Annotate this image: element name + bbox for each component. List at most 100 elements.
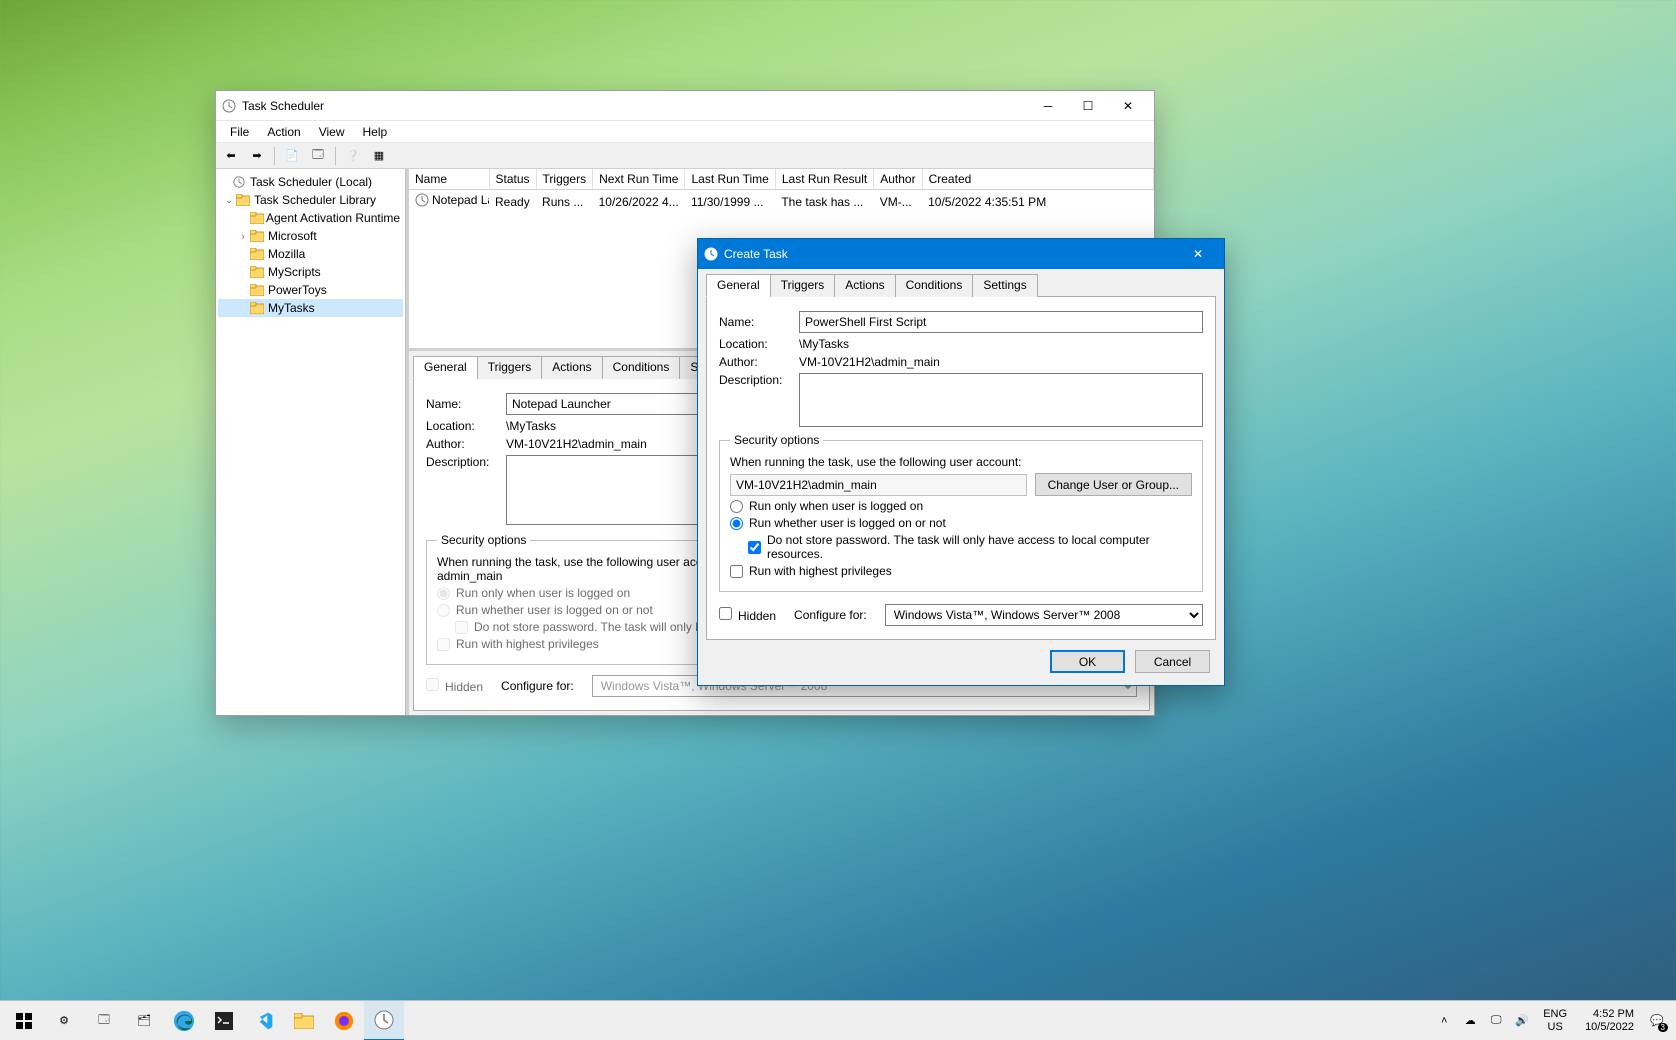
- firefox-icon[interactable]: [324, 1001, 364, 1040]
- folder-icon: [250, 229, 266, 243]
- terminal-icon[interactable]: [204, 1001, 244, 1040]
- description-label: Description:: [719, 373, 799, 387]
- col-name[interactable]: Name: [409, 169, 489, 190]
- settings-icon[interactable]: ⚙: [44, 1001, 84, 1040]
- system-tray: ˄ ☁ 🖵 🔊 ENG US 4:52 PM 10/5/2022 💬3: [1429, 1001, 1672, 1040]
- toolbar-refresh[interactable]: 📄: [281, 145, 303, 167]
- volume-icon[interactable]: 🔊: [1513, 1012, 1531, 1030]
- close-button[interactable]: ✕: [1108, 92, 1148, 120]
- location-label: Location:: [426, 419, 506, 433]
- tab-settings[interactable]: Settings: [972, 274, 1037, 297]
- cell-status: Ready: [489, 190, 536, 214]
- tab-conditions[interactable]: Conditions: [895, 274, 974, 297]
- folder-icon: [250, 265, 266, 279]
- radio-run-logged-off[interactable]: [730, 517, 743, 530]
- menu-action[interactable]: Action: [259, 123, 308, 141]
- task-scheduler-taskbar-icon[interactable]: [364, 1001, 404, 1040]
- toolbar-extra[interactable]: ▦: [368, 145, 390, 167]
- tree-folder-label[interactable]: Mozilla: [268, 247, 305, 261]
- task-scheduler-icon: [222, 99, 236, 113]
- table-row[interactable]: Notepad La... Ready Runs ... 10/26/2022 …: [409, 190, 1154, 214]
- tab-triggers[interactable]: Triggers: [477, 356, 543, 379]
- file-explorer-icon[interactable]: 🗂: [124, 1001, 164, 1040]
- cancel-button[interactable]: Cancel: [1135, 650, 1210, 673]
- tree-folder-selected[interactable]: MyTasks: [218, 299, 403, 317]
- change-user-button[interactable]: Change User or Group...: [1035, 473, 1192, 496]
- chk-highest-privileges[interactable]: [730, 565, 743, 578]
- menu-help[interactable]: Help: [355, 123, 396, 141]
- notification-badge: 3: [1658, 1023, 1668, 1032]
- col-last[interactable]: Last Run Time: [685, 169, 775, 190]
- chk-hidden-label: Hidden: [738, 609, 776, 623]
- col-author[interactable]: Author: [874, 169, 922, 190]
- tree-folder-label[interactable]: Agent Activation Runtime: [266, 211, 400, 225]
- col-created[interactable]: Created: [922, 169, 1153, 190]
- tab-general[interactable]: General: [706, 274, 771, 297]
- language-indicator[interactable]: ENG US: [1539, 1008, 1571, 1034]
- col-status[interactable]: Status: [489, 169, 536, 190]
- toolbar-help[interactable]: ❔: [342, 145, 364, 167]
- task-view-icon[interactable]: 🗔: [84, 1001, 124, 1040]
- tab-actions[interactable]: Actions: [834, 274, 895, 297]
- dialog-close-button[interactable]: ✕: [1178, 240, 1218, 268]
- chk-no-store-password[interactable]: [748, 541, 761, 554]
- table-header-row[interactable]: Name Status Triggers Next Run Time Last …: [409, 169, 1154, 190]
- ok-button[interactable]: OK: [1050, 650, 1125, 673]
- toolbar-props[interactable]: 🗔: [307, 145, 329, 167]
- tab-conditions[interactable]: Conditions: [602, 356, 681, 379]
- name-input[interactable]: [799, 311, 1203, 333]
- description-input[interactable]: [799, 373, 1203, 427]
- library-icon: [236, 193, 252, 207]
- chk-highest-privileges-label: Run with highest privileges: [456, 637, 599, 651]
- twisty-icon[interactable]: ›: [236, 231, 250, 241]
- nav-back-button[interactable]: ⬅: [220, 145, 242, 167]
- vscode-icon[interactable]: [244, 1001, 284, 1040]
- tree-root-label[interactable]: Task Scheduler (Local): [250, 175, 372, 189]
- author-value: VM-10V21H2\admin_main: [799, 355, 940, 369]
- task-scheduler-icon: [704, 247, 718, 261]
- tree-folder-label[interactable]: MyTasks: [268, 301, 315, 315]
- maximize-button[interactable]: ☐: [1068, 92, 1108, 120]
- menu-file[interactable]: File: [222, 123, 257, 141]
- folder-icon: [250, 301, 266, 315]
- explorer-folder-icon[interactable]: [284, 1001, 324, 1040]
- dialog-titlebar[interactable]: Create Task ✕: [698, 239, 1224, 269]
- security-prompt: When running the task, use the following…: [730, 455, 1192, 469]
- radio-run-logged-off-label: Run whether user is logged on or not: [456, 603, 653, 617]
- chk-hidden[interactable]: [719, 607, 732, 620]
- cell-triggers: Runs ...: [536, 190, 593, 214]
- cell-result: The task has ...: [775, 190, 873, 214]
- taskbar[interactable]: ⚙ 🗔 🗂 ˄ ☁ 🖵 🔊 ENG US 4:52 PM 10/5/2022 💬…: [0, 1000, 1676, 1040]
- titlebar[interactable]: Task Scheduler ─ ☐ ✕: [216, 91, 1154, 121]
- cell-last: 11/30/1999 ...: [685, 190, 775, 214]
- col-next[interactable]: Next Run Time: [593, 169, 685, 190]
- col-result[interactable]: Last Run Result: [775, 169, 873, 190]
- minimize-button[interactable]: ─: [1028, 92, 1068, 120]
- tray-chevron-icon[interactable]: ˄: [1435, 1012, 1453, 1030]
- nav-fwd-button[interactable]: ➡: [246, 145, 268, 167]
- twisty-icon[interactable]: ⌄: [222, 195, 236, 206]
- location-value: \MyTasks: [506, 419, 556, 433]
- col-triggers[interactable]: Triggers: [536, 169, 593, 190]
- navigation-tree[interactable]: Task Scheduler (Local) ⌄ Task Scheduler …: [216, 169, 406, 715]
- configure-for-select[interactable]: Windows Vista™, Windows Server™ 2008: [885, 604, 1203, 626]
- onedrive-icon[interactable]: ☁: [1461, 1012, 1479, 1030]
- author-value: VM-10V21H2\admin_main: [506, 437, 647, 451]
- tree-library-label[interactable]: Task Scheduler Library: [254, 193, 376, 207]
- clock-date: 10/5/2022: [1585, 1021, 1634, 1034]
- tree-folder-label[interactable]: Microsoft: [268, 229, 317, 243]
- start-button[interactable]: [4, 1001, 44, 1040]
- tab-actions[interactable]: Actions: [541, 356, 602, 379]
- radio-run-logged-on[interactable]: [730, 500, 743, 513]
- clock[interactable]: 4:52 PM 10/5/2022: [1579, 1008, 1640, 1034]
- tree-folder-label[interactable]: MyScripts: [268, 265, 321, 279]
- display-icon[interactable]: 🖵: [1487, 1012, 1505, 1030]
- action-center-icon[interactable]: 💬3: [1648, 1012, 1666, 1030]
- dialog-title: Create Task: [724, 247, 1178, 261]
- tab-triggers[interactable]: Triggers: [770, 274, 836, 297]
- tree-folder-label[interactable]: PowerToys: [268, 283, 327, 297]
- edge-icon[interactable]: [164, 1001, 204, 1040]
- author-label: Author:: [719, 355, 799, 369]
- tab-general[interactable]: General: [413, 356, 478, 379]
- menu-view[interactable]: View: [311, 123, 353, 141]
